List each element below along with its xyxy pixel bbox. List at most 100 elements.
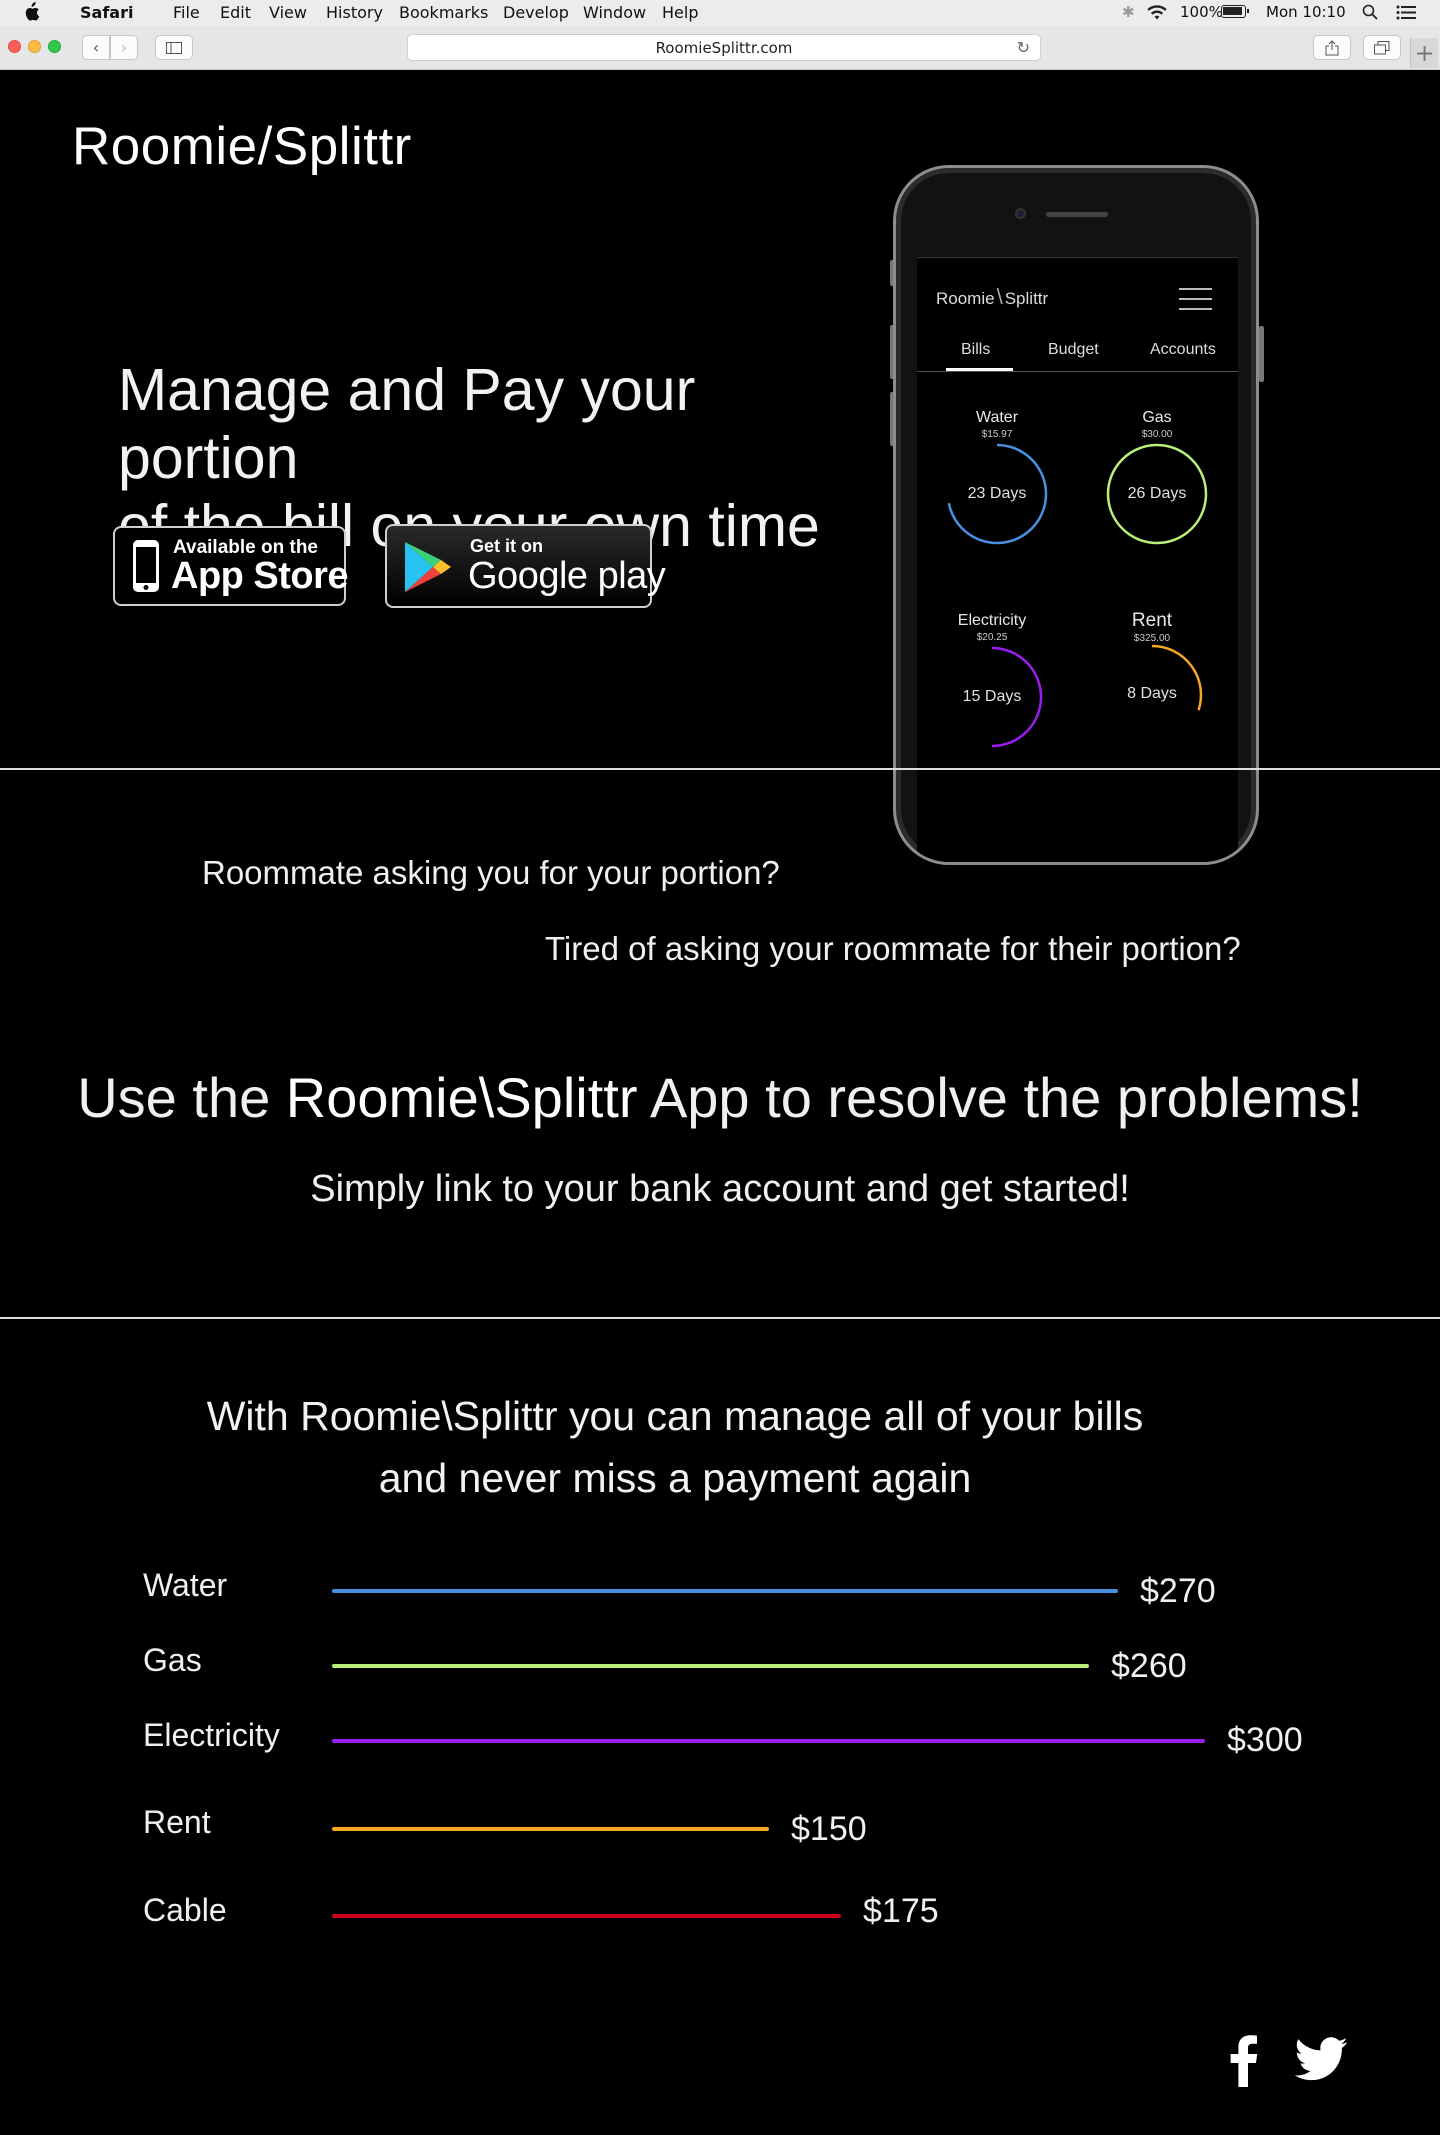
bar-value: $300 (1227, 1721, 1303, 1759)
bill-days: 8 Days (1127, 685, 1177, 702)
sidebar-icon (166, 41, 182, 54)
headline: Use the Roomie\Splittr App to resolve th… (0, 1065, 1440, 1130)
app-logo-part2: Splittr (1004, 289, 1049, 308)
bar-line (332, 1914, 841, 1918)
google-play-icon (405, 542, 451, 592)
bar-value: $175 (863, 1892, 939, 1930)
url-text: RoomieSplittr.com (655, 38, 793, 57)
twitter-icon[interactable] (1294, 2037, 1348, 2081)
hero-title-line1: Manage and Pay your portion (118, 357, 696, 491)
close-window-button[interactable] (8, 40, 21, 53)
bill-name: Rent (1131, 610, 1173, 631)
bar-label: Electricity (143, 1717, 280, 1753)
bar-label: Gas (143, 1642, 202, 1678)
notification-center-icon[interactable] (1396, 5, 1416, 20)
back-button[interactable]: ‹ (82, 35, 110, 60)
menu-develop[interactable]: Develop (503, 3, 569, 22)
phone-camera (1015, 208, 1026, 219)
minimize-window-button[interactable] (28, 40, 41, 53)
battery-percent: 100% (1180, 3, 1223, 21)
google-play-button[interactable]: Get it on Google play (385, 524, 666, 608)
bill-days: 23 Days (967, 485, 1027, 502)
share-button[interactable] (1313, 35, 1351, 60)
headline-pre: Use the (77, 1066, 286, 1129)
bills-section-title: With Roomie\Splittr you can manage all o… (160, 1385, 1190, 1509)
brand-logo[interactable]: Roomie/Splittr (72, 116, 412, 177)
iphone-icon (133, 540, 159, 592)
phone-mockup: Roomie\ Splittr Bills Budget Accounts Wat… (893, 165, 1259, 865)
phone-speaker (1046, 212, 1108, 217)
subline: Simply link to your bank account and get… (310, 1168, 1130, 1210)
bill-amount: $20.25 (976, 632, 1008, 643)
spotlight-search-icon[interactable] (1362, 4, 1378, 20)
section-divider-bottom (0, 1317, 1440, 1319)
app-tab-budget[interactable]: Budget (1048, 341, 1099, 359)
menu-history[interactable]: History (326, 3, 383, 22)
question-tired-asking: Tired of asking your roommate for their … (545, 930, 1241, 967)
bar-label: Rent (143, 1804, 211, 1840)
phone-power-button (1259, 326, 1264, 382)
bar-value: $150 (791, 1810, 867, 1848)
bar-line (332, 1664, 1089, 1668)
question-roommate-asking: Roommate asking you for your portion? (202, 854, 780, 891)
google-play-small-text: Get it on (470, 536, 543, 556)
menu-edit[interactable]: Edit (220, 3, 251, 22)
battery-icon[interactable] (1221, 5, 1249, 18)
bill-name: Electricity (957, 612, 1027, 629)
logo-slash: \ (996, 284, 1003, 309)
section-divider-top (0, 768, 1440, 770)
page-content: Roomie/Splittr Manage and Pay your porti… (0, 70, 1440, 2135)
menu-view[interactable]: View (269, 3, 307, 22)
bill-amount: $15.97 (981, 429, 1013, 440)
menu-file[interactable]: File (173, 3, 200, 22)
bills-title-line2: and never miss a payment again (378, 1455, 972, 1501)
share-icon (1325, 39, 1339, 55)
bill-days: 15 Days (962, 688, 1022, 705)
app-logo: Roomie\ Splittr (936, 284, 1048, 310)
hamburger-menu-icon[interactable] (1179, 288, 1212, 310)
reload-icon[interactable]: ↻ (1017, 38, 1030, 57)
google-play-big-text: Google play (468, 555, 666, 597)
bill-name: Gas (1142, 409, 1172, 426)
app-tab-accounts[interactable]: Accounts (1150, 341, 1216, 359)
browser-toolbar: ‹ › RoomieSplittr.com ↻ + (0, 26, 1440, 70)
phone-screen: Roomie\ Splittr Bills Budget Accounts Wat… (917, 257, 1238, 862)
menu-help[interactable]: Help (662, 3, 698, 22)
bar-value: $260 (1111, 1647, 1187, 1685)
bill-name: Water (975, 409, 1019, 426)
tab-divider (917, 371, 1238, 372)
bar-value: $270 (1140, 1572, 1216, 1610)
plus-icon: + (1414, 39, 1435, 67)
menu-window[interactable]: Window (583, 3, 646, 22)
tabs-overview-icon (1374, 40, 1390, 54)
bluetooth-icon[interactable]: ✱ (1122, 3, 1135, 21)
menu-app-safari[interactable]: Safari (80, 3, 133, 22)
bar-label: Water (143, 1567, 228, 1603)
menu-bookmarks[interactable]: Bookmarks (399, 3, 488, 22)
chevron-right-icon: › (120, 38, 128, 57)
chevron-left-icon: ‹ (92, 38, 100, 57)
new-tab-button[interactable]: + (1410, 38, 1438, 68)
forward-button[interactable]: › (110, 35, 138, 60)
app-logo-part1: Roomie (936, 289, 995, 308)
bill-days: 26 Days (1127, 485, 1187, 502)
bill-amount: $30.00 (1141, 429, 1173, 440)
menubar: Safari File Edit View History Bookmarks … (0, 0, 1440, 26)
wifi-icon[interactable] (1146, 4, 1168, 21)
app-store-button[interactable]: Available on the App Store (113, 526, 349, 606)
app-tab-bills[interactable]: Bills (961, 341, 990, 359)
apple-icon[interactable] (22, 2, 40, 22)
show-tabs-button[interactable] (1363, 35, 1401, 60)
zoom-window-button[interactable] (48, 40, 61, 53)
bar-line (332, 1827, 769, 1831)
app-store-big-text: App Store (171, 555, 349, 597)
address-bar[interactable]: RoomieSplittr.com ↻ (407, 34, 1041, 61)
bar-line (332, 1589, 1118, 1593)
menubar-clock[interactable]: Mon 10:10 (1266, 3, 1346, 21)
bills-title-line1: With Roomie\Splittr you can manage all o… (206, 1393, 1144, 1439)
facebook-icon[interactable] (1226, 2033, 1260, 2087)
bar-label: Cable (143, 1892, 227, 1928)
bar-line (332, 1739, 1205, 1743)
sidebar-toggle-button[interactable] (155, 35, 193, 60)
headline-post: App to resolve the problems! (637, 1066, 1363, 1129)
